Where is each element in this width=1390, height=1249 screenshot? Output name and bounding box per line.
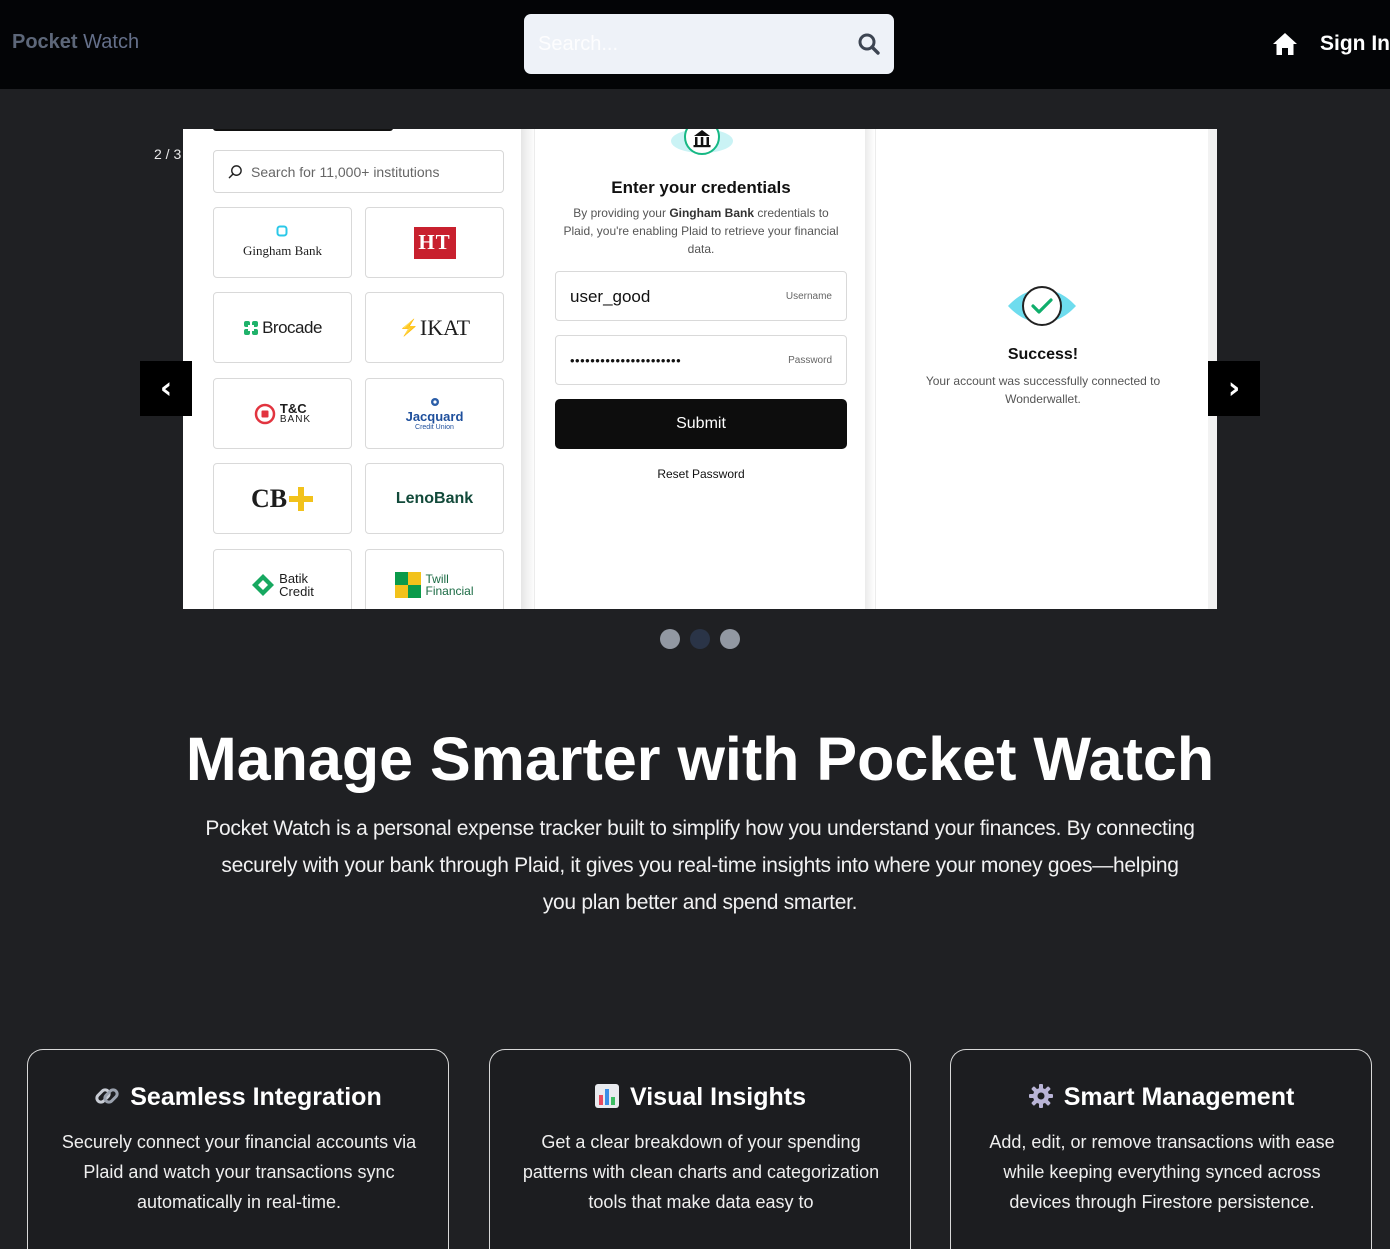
institution-tile-lenobank: LenoBank bbox=[365, 463, 504, 534]
carousel-next-button[interactable]: › bbox=[1208, 361, 1260, 416]
password-field[interactable]: •••••••••••••••••••••• Password bbox=[555, 335, 847, 385]
institution-name: T&C bbox=[279, 400, 307, 416]
institution-tile-ikat: ⚡ IKAT bbox=[365, 292, 504, 363]
institution-tile-twill: Twill Financial bbox=[365, 549, 504, 609]
carousel-slide: Search for 11,000+ institutions Gingham … bbox=[183, 129, 1217, 609]
institution-name: Twill bbox=[425, 571, 449, 586]
carousel-prev-button[interactable]: ‹ bbox=[140, 361, 192, 416]
brand-name-part1: Pocket bbox=[12, 31, 78, 53]
search-icon[interactable] bbox=[857, 32, 881, 56]
panel-shadow bbox=[865, 129, 875, 609]
slide-counter: 2 / 3 bbox=[154, 146, 182, 162]
feature-card-insights: Visual Insights Get a clear breakdown of… bbox=[489, 1049, 911, 1249]
institution-name: CB bbox=[250, 483, 288, 513]
institution-tile-batik: Batik Credit bbox=[213, 549, 352, 609]
institution-subname: Credit Union bbox=[415, 423, 454, 431]
ikat-logo-icon: ⚡ bbox=[398, 319, 419, 337]
feature-description: Securely connect your financial accounts… bbox=[61, 1132, 417, 1212]
search-box bbox=[524, 14, 894, 74]
brand-logo[interactable]: Pocket Watch bbox=[12, 31, 139, 54]
institution-name: LenoBank bbox=[395, 489, 474, 507]
institution-tile-jacquard: Jacquard Credit Union bbox=[365, 378, 504, 449]
success-title: Success! bbox=[1007, 346, 1079, 363]
ht-logo: HT bbox=[413, 226, 456, 259]
institution-name: Jacquard bbox=[405, 408, 464, 424]
username-value: user_good bbox=[570, 287, 651, 306]
panel-shadow bbox=[521, 129, 535, 609]
institution-tile-ht: HT bbox=[365, 207, 504, 278]
feature-card-management: Smart Management Add, edit, or remove tr… bbox=[950, 1049, 1372, 1249]
navbar: Pocket Watch Sign In bbox=[0, 0, 1390, 89]
feature-title: Smart Management bbox=[951, 1083, 1371, 1112]
success-description: Your account was successfully connected … bbox=[925, 374, 1161, 406]
gingham-logo-icon bbox=[276, 225, 288, 237]
institution-subname: Credit bbox=[279, 583, 314, 599]
cb-plus-icon bbox=[289, 486, 314, 511]
sign-in-link[interactable]: Sign In bbox=[1320, 32, 1390, 56]
link-icon bbox=[95, 1088, 119, 1104]
carousel-dot-1[interactable] bbox=[660, 629, 680, 649]
carousel-dot-2[interactable] bbox=[690, 629, 710, 649]
feature-description: Get a clear breakdown of your spending p… bbox=[522, 1132, 880, 1212]
institution-tile-brocade: Brocade bbox=[213, 292, 352, 363]
institution-tile-cb: CB bbox=[213, 463, 352, 534]
jacquard-logo-icon bbox=[430, 397, 439, 406]
reset-password-link[interactable]: Reset Password bbox=[535, 467, 867, 481]
password-label: Password bbox=[788, 355, 832, 366]
feature-card-integration: Seamless Integration Securely connect yo… bbox=[27, 1049, 449, 1249]
institution-search: Search for 11,000+ institutions bbox=[213, 150, 504, 193]
success-panel: Success! Your account was successfully c… bbox=[875, 129, 1209, 609]
hero-description: Pocket Watch is a personal expense track… bbox=[205, 817, 1195, 914]
twill-logo-icon bbox=[395, 571, 422, 598]
brocade-logo-icon bbox=[244, 320, 259, 335]
feature-description: Add, edit, or remove transactions with e… bbox=[989, 1132, 1335, 1212]
institution-tile-tc: T&C BANK bbox=[213, 378, 352, 449]
search-icon bbox=[228, 165, 242, 179]
institution-panel: Search for 11,000+ institutions Gingham … bbox=[183, 129, 525, 609]
credentials-description: By providing your Gingham Bank credentia… bbox=[563, 206, 839, 256]
search-input[interactable] bbox=[538, 31, 838, 57]
username-field[interactable]: user_good Username bbox=[555, 271, 847, 321]
bank-icon bbox=[671, 129, 733, 155]
feature-title: Seamless Integration bbox=[28, 1083, 448, 1112]
cut-off-heading bbox=[213, 129, 393, 133]
institution-name: Gingham Bank bbox=[242, 243, 323, 258]
carousel-dot-3[interactable] bbox=[720, 629, 740, 649]
institution-subname: Financial bbox=[425, 583, 474, 598]
bar-chart-icon bbox=[595, 1084, 619, 1108]
username-label: Username bbox=[785, 291, 832, 302]
submit-button[interactable]: Submit bbox=[555, 399, 847, 449]
batik-logo-icon bbox=[252, 573, 275, 596]
success-check-icon bbox=[1008, 286, 1076, 326]
brand-name-part2: Watch bbox=[83, 31, 140, 53]
gear-icon bbox=[1028, 1084, 1053, 1108]
tc-logo-icon bbox=[254, 403, 276, 424]
institution-subname: BANK bbox=[279, 413, 312, 425]
feature-title: Visual Insights bbox=[490, 1083, 910, 1112]
institution-name: IKAT bbox=[419, 314, 471, 340]
credentials-title: Enter your credentials bbox=[611, 178, 791, 197]
hero-title: Manage Smarter with Pocket Watch bbox=[185, 725, 1215, 793]
home-icon[interactable] bbox=[1272, 31, 1298, 57]
institution-name: Brocade bbox=[262, 317, 322, 337]
institution-name: Batik bbox=[279, 570, 309, 586]
institution-search-placeholder: Search for 11,000+ institutions bbox=[251, 164, 440, 180]
institution-tile-gingham: Gingham Bank bbox=[213, 207, 352, 278]
credentials-panel: Enter your credentials By providing your… bbox=[534, 129, 866, 609]
password-value: •••••••••••••••••••••• bbox=[570, 353, 682, 368]
